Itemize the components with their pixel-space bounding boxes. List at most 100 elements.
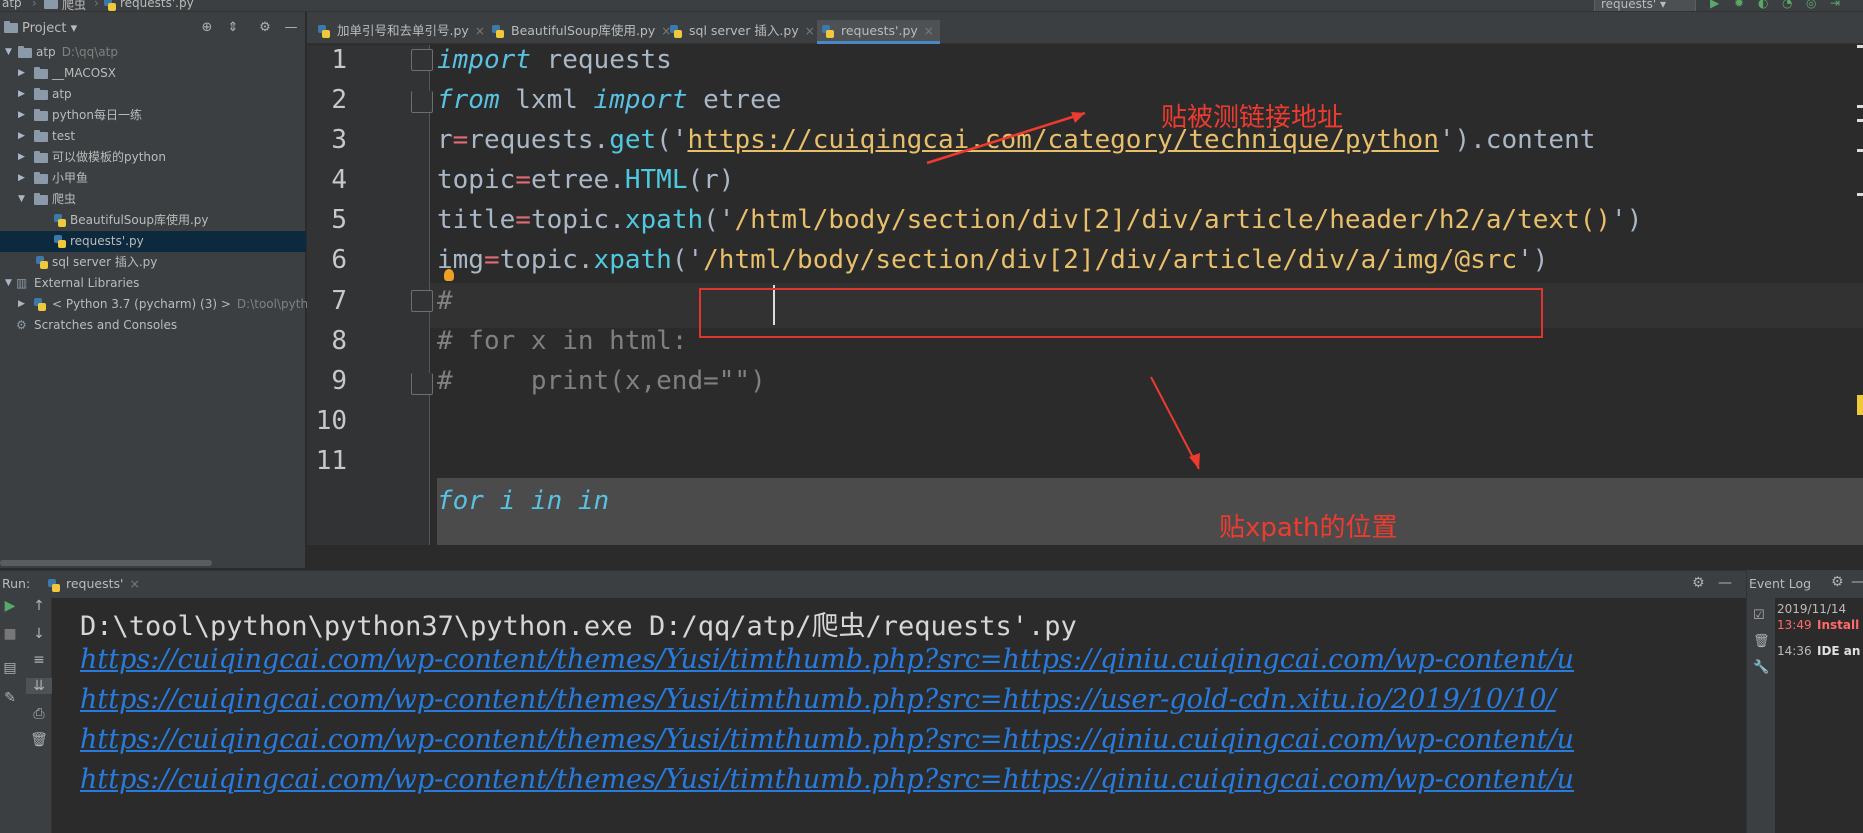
collapse-all-icon[interactable]: ⇕ xyxy=(226,21,240,35)
code-line-4: topic=etree.HTML(r) xyxy=(437,165,734,195)
run-config-select[interactable]: requests' ▾ xyxy=(1594,0,1696,11)
breadcrumb-atp[interactable]: atp xyxy=(2,0,22,10)
gear-icon[interactable]: ⚙ xyxy=(1831,574,1844,590)
debug-icon[interactable]: ✹ xyxy=(1734,0,1746,9)
tree-item-template-python[interactable]: ▶ 可以做模板的python xyxy=(0,147,306,168)
python-file-icon xyxy=(492,25,504,38)
error-stripe-marker[interactable] xyxy=(1857,105,1863,108)
error-stripe-marker[interactable] xyxy=(1857,193,1863,196)
expand-arrow-icon[interactable]: ▶ xyxy=(18,126,25,147)
tree-label: 爬虫 xyxy=(52,192,77,206)
hide-icon[interactable]: — xyxy=(1718,575,1732,591)
event-text[interactable]: IDE an xyxy=(1817,644,1860,658)
expand-arrow-icon[interactable]: ▶ xyxy=(18,168,25,189)
code-line-9: # print(x,end="") xyxy=(437,366,766,396)
trash-icon[interactable]: 🗑 xyxy=(1753,634,1770,649)
print-icon[interactable]: ⎙ xyxy=(26,706,52,722)
profile-icon[interactable]: ◔ xyxy=(1782,0,1794,9)
hide-icon[interactable]: — xyxy=(1851,574,1863,590)
pin-icon[interactable]: ✎ xyxy=(0,690,20,706)
breadcrumb-file[interactable]: requests'.py xyxy=(120,0,194,10)
expand-arrow-icon[interactable]: ▼ xyxy=(5,273,12,294)
expand-arrow-icon[interactable]: ▶ xyxy=(18,294,25,315)
tree-item-external-libraries[interactable]: ▼ ▥ External Libraries xyxy=(0,273,306,294)
console-link-line[interactable]: https://cuiqingcai.com/wp-content/themes… xyxy=(80,764,1574,795)
fold-marker-icon[interactable] xyxy=(411,373,433,395)
restore-layout-icon[interactable]: ▤ xyxy=(0,660,20,676)
tree-label: __MACOSX xyxy=(52,66,117,80)
coverage-icon[interactable]: ◐ xyxy=(1758,0,1770,9)
expand-arrow-icon[interactable]: ▼ xyxy=(5,42,12,63)
tab-label: BeautifulSoup库使用.py xyxy=(511,23,656,38)
code-editor[interactable]: 1 2 3 4 5 6 7 8 9 10 11 import requests … xyxy=(307,45,1863,545)
scroll-to-end-icon[interactable]: ⇊ xyxy=(26,678,52,694)
close-icon[interactable]: × xyxy=(475,24,485,38)
tree-item-atp-root[interactable]: ▼ atp D:\qq\atp xyxy=(0,42,306,63)
console-link-line[interactable]: https://cuiqingcai.com/wp-content/themes… xyxy=(80,644,1574,675)
operator: = xyxy=(452,125,469,155)
warning-stripe-marker[interactable] xyxy=(1857,395,1863,415)
tree-item-atp[interactable]: ▶ atp xyxy=(0,84,306,105)
expand-arrow-icon[interactable]: ▶ xyxy=(18,147,25,168)
run-icon[interactable]: ▶ xyxy=(1710,0,1722,9)
tree-item-python-daily[interactable]: ▶ python每日一练 xyxy=(0,105,306,126)
expand-arrow-icon[interactable]: ▶ xyxy=(18,63,25,84)
lightbulb-icon[interactable] xyxy=(444,269,454,281)
trash-icon[interactable]: 🗑 xyxy=(26,732,52,748)
stop-icon[interactable]: ■ xyxy=(0,626,20,642)
tree-item-requests-file[interactable]: requests'.py xyxy=(0,231,306,252)
tree-item-macosx[interactable]: ▶ __MACOSX xyxy=(0,63,306,84)
event-log-list[interactable]: 2019/11/14 13:49 Install 14:36 IDE an xyxy=(1775,598,1863,833)
gear-icon[interactable]: ⚙ xyxy=(258,21,272,35)
tree-item-sqlserver-file[interactable]: sql server 插入.py xyxy=(0,252,306,273)
project-view-select[interactable]: Project ▾ xyxy=(22,21,77,36)
tree-item-beautifulsoup-file[interactable]: BeautifulSoup库使用.py xyxy=(0,210,306,231)
run-console-output[interactable]: D:\tool\python\python37\python.exe D:/qq… xyxy=(53,598,1775,833)
wrench-icon[interactable]: 🔧 xyxy=(1753,660,1769,675)
soft-wrap-icon[interactable]: ≡ xyxy=(26,652,52,668)
close-icon[interactable]: × xyxy=(924,24,934,38)
function-name: HTML xyxy=(624,165,688,195)
tree-item-spider[interactable]: ▼ 爬虫 xyxy=(0,189,306,210)
tree-item-python-sdk[interactable]: ▶ < Python 3.7 (pycharm) (3) > D:\tool\py… xyxy=(0,294,323,315)
event-text[interactable]: Install xyxy=(1817,618,1859,632)
run-tab[interactable]: requests' × xyxy=(66,576,140,591)
tree-item-test[interactable]: ▶ test xyxy=(0,126,306,147)
tree-label: Scratches and Consoles xyxy=(34,318,178,332)
fold-marker-icon[interactable] xyxy=(411,290,433,312)
error-stripe-marker[interactable] xyxy=(1857,149,1863,152)
error-stripe-marker[interactable] xyxy=(1857,119,1863,122)
run-step-icon[interactable]: ⇥ xyxy=(1830,0,1842,9)
tree-item-xiaojiayu[interactable]: ▶ 小甲鱼 xyxy=(0,168,306,189)
locate-icon[interactable]: ⊕ xyxy=(200,21,214,35)
fold-marker-icon[interactable] xyxy=(411,91,433,113)
tab-add-remove-quotes[interactable]: 加单引号和去单引号.py × xyxy=(313,20,485,44)
rerun-icon[interactable]: ▶ xyxy=(0,598,20,614)
tab-sqlserver[interactable]: sql server 插入.py × xyxy=(665,20,815,44)
hide-icon[interactable]: — xyxy=(284,21,298,35)
fold-marker-icon[interactable] xyxy=(411,49,433,71)
scroll-down-icon[interactable]: ↓ xyxy=(26,626,52,642)
line-number: 11 xyxy=(315,446,347,476)
expand-arrow-icon[interactable]: ▶ xyxy=(18,84,25,105)
mark-read-icon[interactable]: ☑ xyxy=(1753,608,1765,623)
code-line-2: from lxml import etree xyxy=(437,85,781,115)
line-number: 2 xyxy=(331,85,347,115)
tab-requests[interactable]: requests'.py × xyxy=(817,20,940,44)
concurrency-icon[interactable]: ◎ xyxy=(1806,0,1818,9)
expand-arrow-icon[interactable]: ▼ xyxy=(18,189,25,210)
expand-arrow-icon[interactable]: ▶ xyxy=(18,105,25,126)
error-stripe-marker[interactable] xyxy=(1857,45,1863,48)
event-date: 2019/11/14 xyxy=(1777,602,1847,616)
tree-item-scratches[interactable]: ⚙ Scratches and Consoles xyxy=(0,315,306,336)
gear-icon[interactable]: ⚙ xyxy=(1692,575,1705,591)
horizontal-scrollbar[interactable] xyxy=(0,560,212,566)
tab-beautifulsoup[interactable]: BeautifulSoup库使用.py × xyxy=(487,20,671,44)
breadcrumb-spider[interactable]: 爬虫 xyxy=(62,0,86,11)
code-text: etree. xyxy=(530,165,625,195)
console-link-line[interactable]: https://cuiqingcai.com/wp-content/themes… xyxy=(80,684,1556,715)
close-icon[interactable]: × xyxy=(805,24,815,38)
close-icon[interactable]: × xyxy=(129,576,139,591)
scroll-up-icon[interactable]: ↑ xyxy=(26,598,52,614)
console-link-line[interactable]: https://cuiqingcai.com/wp-content/themes… xyxy=(80,724,1574,755)
